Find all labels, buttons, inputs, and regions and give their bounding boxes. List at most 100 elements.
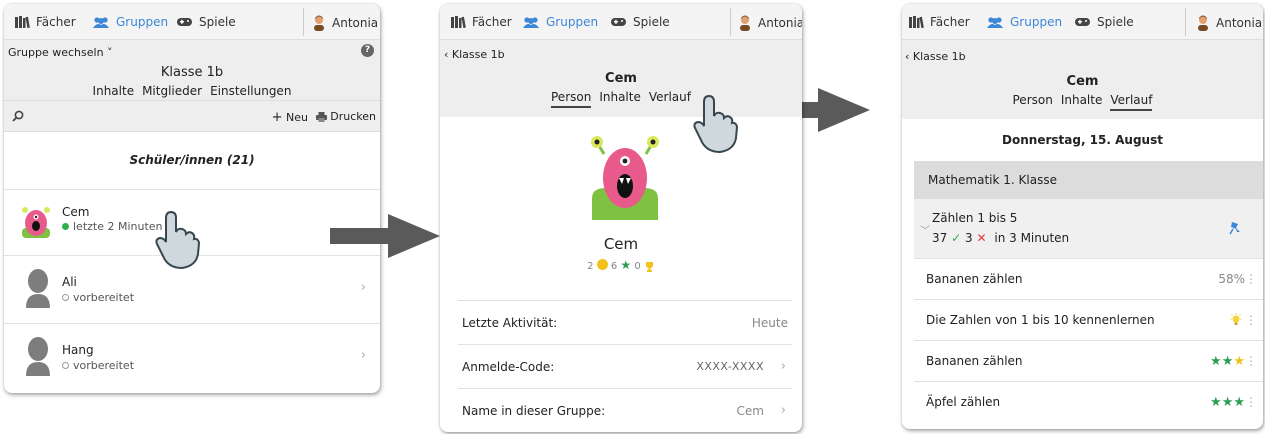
student-name: Cem <box>62 205 90 219</box>
students-section-title: Schüler/innen (21) <box>4 132 380 190</box>
tab-person[interactable]: Person <box>1013 93 1053 111</box>
student-title: Cem <box>1066 74 1099 89</box>
printer-icon <box>315 112 327 122</box>
activity-title: Äpfel zählen <box>926 395 1001 409</box>
star-icon: ★ <box>1221 395 1234 410</box>
nav-games[interactable]: Spiele <box>1074 15 1134 29</box>
star-rating: ★★★ <box>1210 382 1245 423</box>
group-members-panel: Fächer Gruppen Spiele Antonia Gruppe wec… <box>4 4 380 393</box>
nav-subjects[interactable]: Fächer <box>14 15 76 29</box>
chevron-right-icon: › <box>780 359 786 374</box>
nav-user[interactable]: Antonia <box>1196 15 1262 31</box>
student-name: Ali <box>62 275 77 289</box>
nav-subjects-label: Fächer <box>472 15 512 29</box>
student-name: Hang <box>62 343 94 357</box>
gamepad-icon <box>611 18 626 26</box>
nav-games-label: Spiele <box>633 15 670 29</box>
nav-user[interactable]: Antonia <box>312 15 378 31</box>
course-header: Mathematik 1. Klasse <box>914 161 1263 199</box>
wrong-count: 3 <box>965 231 973 245</box>
nav-groups-label: Gruppen <box>1010 15 1063 29</box>
people-icon <box>93 16 109 28</box>
nav-divider <box>730 8 731 36</box>
pointer-hand-icon <box>155 210 201 270</box>
back-link[interactable]: ‹ Klasse 1b <box>444 48 505 61</box>
nav-groups[interactable]: Gruppen <box>92 15 168 29</box>
student-profile-panel: Fächer Gruppen Spiele Antonia ‹ Klasse 1… <box>440 4 802 432</box>
books-icon <box>909 16 924 29</box>
more-vertical-icon[interactable]: ⋮ <box>1245 341 1257 382</box>
star-icon: ★ <box>1233 395 1245 410</box>
star-count: 6 <box>610 261 618 272</box>
star-rating: ★★★ <box>1210 341 1245 382</box>
detail-row-last-activity: Letzte Aktivität: Heute <box>458 301 792 345</box>
search-icon[interactable] <box>12 110 24 122</box>
nav-subjects[interactable]: Fächer <box>450 15 512 29</box>
cross-icon: ✕ <box>976 231 987 245</box>
top-navigation: Fächer Gruppen Spiele Antonia <box>902 4 1263 40</box>
new-button[interactable]: + Neu <box>272 110 308 125</box>
details-list: Letzte Aktivität: Heute Anmelde-Code: XX… <box>458 300 792 432</box>
activity-row[interactable]: Bananen zählen 58% ⋮ <box>914 259 1263 300</box>
student-row-hang[interactable]: Hang vorbereitet › <box>4 324 380 388</box>
nav-divider <box>1185 8 1186 36</box>
coin-count: 2 <box>587 261 594 272</box>
detail-label: Name in dieser Gruppe: <box>462 404 606 418</box>
more-vertical-icon[interactable]: ⋮ <box>1245 300 1257 341</box>
activity-row[interactable]: Bananen zählen ★★★ ⋮ <box>914 341 1263 382</box>
student-status-text: vorbereitet <box>73 359 135 372</box>
print-label: Drucken <box>330 110 376 123</box>
unit-row[interactable]: ﹀ Zählen 1 bis 5 37 ✓ 3 ✕ in 3 Minuten <box>914 199 1263 259</box>
nav-subjects-label: Fächer <box>930 15 970 29</box>
lightbulb-icon <box>1230 313 1242 325</box>
student-status: vorbereitet <box>62 359 134 372</box>
nav-games-label: Spiele <box>1097 15 1134 29</box>
activity-title: Bananen zählen <box>926 272 1023 286</box>
person-silhouette-icon <box>26 337 50 376</box>
detail-value: Cem <box>736 404 764 418</box>
nav-groups-label: Gruppen <box>116 15 169 29</box>
monster-avatar-icon <box>22 207 50 238</box>
detail-row-login-code[interactable]: Anmelde-Code: XXXX-XXXX › <box>458 345 792 389</box>
student-tabs: Person Inhalte Verlauf <box>902 93 1263 111</box>
switch-group-dropdown[interactable]: Gruppe wechseln ˅ <box>8 46 113 59</box>
tab-person[interactable]: Person <box>551 90 592 108</box>
back-link[interactable]: ‹ Klasse 1b <box>905 50 966 63</box>
nav-groups[interactable]: Gruppen <box>986 15 1062 29</box>
print-button[interactable]: Drucken <box>315 110 376 123</box>
tab-contents[interactable]: Inhalte <box>1061 93 1103 111</box>
detail-row-group-name[interactable]: Name in dieser Gruppe: Cem › <box>458 389 792 432</box>
user-avatar-icon <box>314 15 324 31</box>
more-vertical-icon[interactable]: ⋮ <box>1245 382 1257 423</box>
activity-row[interactable]: Äpfel zählen ★★★ ⋮ <box>914 382 1263 423</box>
activity-row[interactable]: Die Zahlen von 1 bis 10 kennenlernen ⋮ <box>914 300 1263 341</box>
nav-user[interactable]: Antonia <box>738 15 802 31</box>
trophy-count: 0 <box>634 261 641 272</box>
coin-icon <box>596 259 608 270</box>
people-icon <box>987 16 1003 28</box>
star-icon: ★ <box>1221 354 1234 369</box>
tab-history[interactable]: Verlauf <box>1110 93 1153 111</box>
detail-value: XXXX-XXXX <box>696 360 764 373</box>
help-icon[interactable]: ? <box>361 44 374 57</box>
monster-avatar-icon <box>591 136 659 220</box>
nav-games[interactable]: Spiele <box>610 15 670 29</box>
star-icon: ★ <box>1210 354 1222 369</box>
pin-icon[interactable] <box>1229 221 1241 235</box>
tab-history[interactable]: Verlauf <box>649 90 691 108</box>
unit-title: Zählen 1 bis 5 <box>932 211 1018 225</box>
nav-games[interactable]: Spiele <box>176 15 236 29</box>
activity-title: Bananen zählen <box>926 354 1023 368</box>
unit-stats: 37 ✓ 3 ✕ in 3 Minuten <box>932 231 1069 245</box>
trophy-icon <box>645 261 653 272</box>
nav-subjects[interactable]: Fächer <box>908 15 970 29</box>
books-icon <box>451 16 466 29</box>
chevron-right-icon: › <box>780 403 786 418</box>
more-vertical-icon[interactable]: ⋮ <box>1245 259 1257 300</box>
detail-value: Heute <box>751 316 788 330</box>
nav-groups[interactable]: Gruppen <box>522 15 598 29</box>
books-icon <box>15 16 30 29</box>
online-dot-icon <box>62 223 69 230</box>
offline-dot-icon <box>62 294 69 301</box>
tab-contents[interactable]: Inhalte <box>599 90 641 108</box>
